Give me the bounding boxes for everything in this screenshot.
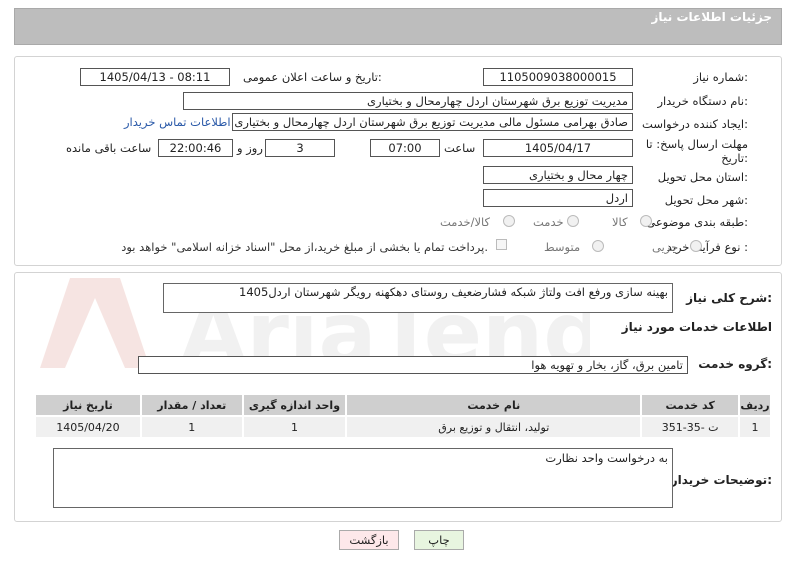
deadline-date-field: 1405/04/17 — [483, 139, 633, 157]
col-quantity: تعداد / مقدار — [139, 393, 244, 417]
process-type-label: نوع فرآیند خرید : — [666, 240, 748, 254]
remaining-time-label: ساعت باقی مانده — [66, 141, 152, 155]
deadline-time-field: 07:00 — [370, 139, 440, 157]
summary-field: بهینه سازی ورفع افت ولتاژ شبکه فشارضعیف … — [163, 283, 673, 313]
process-option-medium: متوسط — [544, 240, 581, 254]
back-button[interactable]: بازگشت — [339, 530, 399, 550]
days-label: روز و — [237, 141, 263, 155]
need-number-label: شماره نیاز: — [693, 70, 748, 84]
category-radio-goods-service[interactable] — [503, 215, 515, 227]
services-table: ردیف کد خدمت نام خدمت واحد اندازه گیری ت… — [34, 393, 772, 439]
creator-label: ایجاد کننده درخواست: — [642, 117, 748, 131]
cell-service-code: ت -35-351 — [640, 415, 741, 439]
category-radio-goods[interactable] — [640, 215, 652, 227]
cell-row-number: 1 — [738, 415, 772, 439]
service-group-field: تامین برق، گاز، بخار و تهویه هوا — [138, 356, 688, 374]
city-label: شهر محل تحویل: — [664, 193, 748, 207]
page-title: جزئیات اطلاعات نیاز — [651, 10, 772, 24]
buyer-org-label: نام دستگاه خریدار: — [657, 94, 748, 108]
buyer-org-field: مدیریت توزیع برق شهرستان اردل چهارمحال و… — [183, 92, 633, 110]
province-field: چهار محال و بختیاری — [483, 166, 633, 184]
treasury-payment-checkbox[interactable] — [496, 239, 507, 250]
remaining-time-field: 22:00:46 — [158, 139, 233, 157]
col-need-date: تاریخ نیاز — [34, 393, 142, 417]
announce-datetime-label: تاریخ و ساعت اعلان عمومی: — [243, 70, 382, 84]
col-unit: واحد اندازه گیری — [241, 393, 348, 417]
need-number-field: 1105009038000015 — [483, 68, 633, 86]
cell-service-name: تولید، انتقال و توزیع برق — [345, 415, 643, 439]
services-section-title: اطلاعات خدمات مورد نیاز — [621, 320, 772, 334]
creator-field: صادق بهرامی مسئول مالی مدیریت توزیع برق … — [232, 113, 633, 131]
category-label: طبقه بندی موضوعی: — [646, 215, 748, 229]
deadline-time-label: ساعت — [444, 141, 476, 155]
buyer-contact-link[interactable]: اطلاعات تماس خریدار — [124, 115, 231, 129]
cell-need-date: 1405/04/20 — [34, 415, 142, 439]
process-radio-medium[interactable] — [592, 240, 604, 252]
cell-unit: 1 — [241, 415, 348, 439]
days-remaining-field: 3 — [265, 139, 335, 157]
print-button[interactable]: چاپ — [414, 530, 464, 550]
table-header-row: ردیف کد خدمت نام خدمت واحد اندازه گیری ت… — [34, 393, 772, 417]
table-row: 1 ت -35-351 تولید، انتقال و توزیع برق 1 … — [34, 415, 772, 439]
deadline-label: مهلت ارسال پاسخ: تا تاریخ: — [645, 137, 748, 165]
summary-label: شرح کلی نیاز: — [686, 291, 772, 305]
process-option-minor: جزیی — [652, 240, 679, 254]
process-radio-minor[interactable] — [690, 240, 702, 252]
col-row-number: ردیف — [738, 393, 772, 417]
treasury-payment-note: پرداخت تمام یا بخشی از مبلغ خرید،از محل … — [121, 240, 488, 254]
city-field: اردل — [483, 189, 633, 207]
service-group-label: گروه خدمت: — [698, 357, 772, 371]
category-option-goods-service: کالا/خدمت — [440, 215, 491, 229]
announce-datetime-field: 1405/04/13 - 08:11 — [80, 68, 230, 86]
category-option-goods: کالا — [612, 215, 628, 229]
province-label: استان محل تحویل: — [657, 170, 748, 184]
col-service-code: کد خدمت — [640, 393, 741, 417]
cell-quantity: 1 — [139, 415, 244, 439]
category-radio-service[interactable] — [567, 215, 579, 227]
col-service-name: نام خدمت — [345, 393, 643, 417]
category-option-service: خدمت — [533, 215, 564, 229]
buyer-notes-field: به درخواست واحد نظارت — [53, 448, 673, 508]
buyer-notes-label: توضیحات خریدار: — [670, 473, 772, 487]
